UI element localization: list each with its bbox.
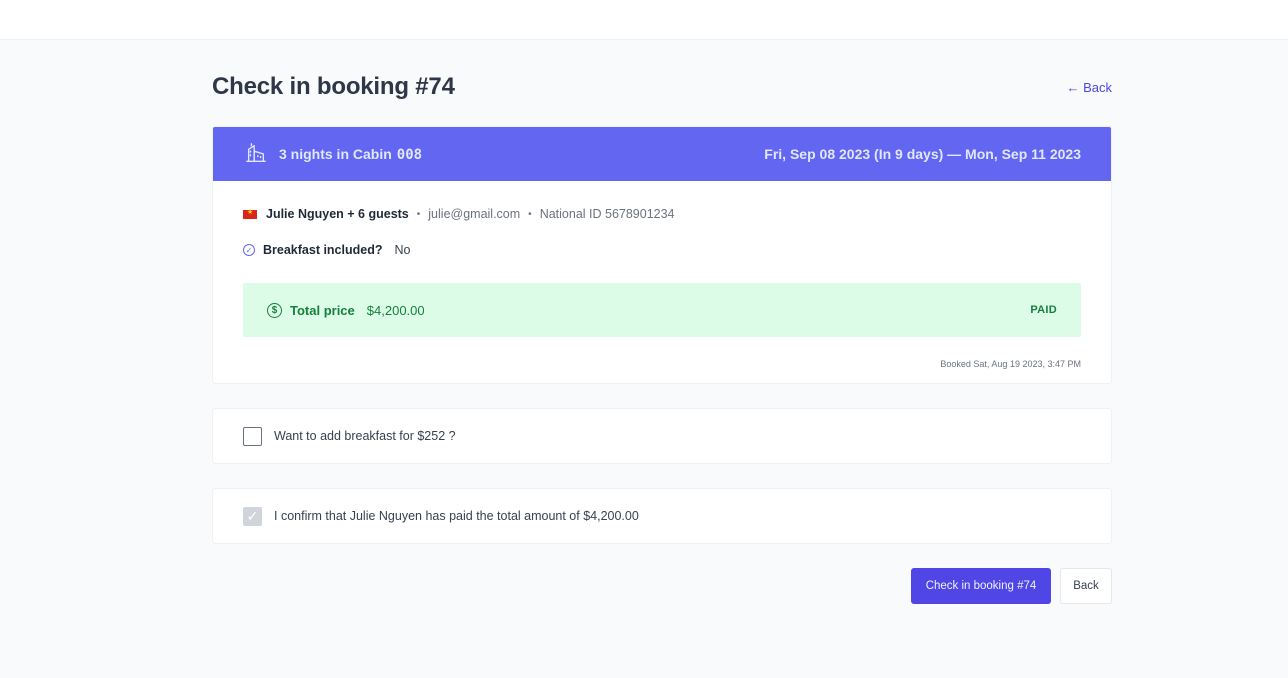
confirm-paid-label[interactable]: I confirm that Julie Nguyen has paid the… — [274, 509, 639, 523]
nights-label: 3 nights in Cabin — [279, 145, 392, 162]
dollar-icon: $ — [267, 302, 282, 318]
breakfast-row: ✓ Breakfast included? No — [243, 241, 1081, 259]
house-icon — [245, 142, 267, 167]
total-price: $ Total price $4,200.00 — [267, 302, 425, 318]
confirm-paid-checkbox[interactable]: ✓ — [243, 506, 262, 526]
separator-dot: • — [416, 208, 421, 220]
form-actions: Check in booking #74 Back — [212, 568, 1112, 604]
confirm-paid-option[interactable]: ✓ I confirm that Julie Nguyen has paid t… — [212, 488, 1112, 544]
guest-info-row: Julie Nguyen + 6 guests • julie@gmail.co… — [243, 205, 1081, 223]
separator-dot: • — [528, 208, 532, 220]
total-price-label: Total price — [290, 302, 355, 318]
guest-name: Julie Nguyen + 6 guests — [266, 207, 409, 221]
cabin-summary: 3 nights in Cabin 008 — [245, 142, 422, 167]
breakfast-label: Breakfast included? — [263, 243, 383, 257]
top-header-bar — [0, 0, 1288, 40]
guest-email: julie@gmail.com — [428, 207, 521, 221]
check-in-button[interactable]: Check in booking #74 — [911, 568, 1051, 604]
national-id: National ID 5678901234 — [539, 207, 675, 221]
total-price-value: $4,200.00 — [366, 302, 425, 318]
booking-card-header: 3 nights in Cabin 008 Fri, Sep 08 2023 (I… — [213, 127, 1111, 181]
booking-details-card: 3 nights in Cabin 008 Fri, Sep 08 2023 (I… — [212, 126, 1112, 384]
booking-dates: Fri, Sep 08 2023 (In 9 days) — Mon, Sep … — [764, 146, 1081, 162]
check-circle-icon: ✓ — [243, 244, 255, 256]
back-link[interactable]: ← Back — [1066, 80, 1112, 95]
add-breakfast-checkbox[interactable] — [243, 426, 262, 446]
vietnam-flag-icon — [243, 208, 257, 219]
cabin-code: 008 — [396, 146, 423, 163]
breakfast-value: No — [394, 243, 411, 257]
add-breakfast-label[interactable]: Want to add breakfast for $252 ? — [274, 429, 456, 443]
page-header: Check in booking #74 ← Back — [212, 72, 1112, 102]
page-title: Check in booking #74 — [212, 73, 455, 100]
booking-card-body: Julie Nguyen + 6 guests • julie@gmail.co… — [213, 205, 1111, 369]
payment-status-badge: PAID — [1030, 304, 1057, 316]
back-button[interactable]: Back — [1060, 568, 1112, 604]
add-breakfast-option[interactable]: Want to add breakfast for $252 ? — [212, 408, 1112, 464]
price-box: $ Total price $4,200.00 PAID — [243, 283, 1081, 337]
booked-at-timestamp: Booked Sat, Aug 19 2023, 3:47 PM — [940, 359, 1081, 369]
